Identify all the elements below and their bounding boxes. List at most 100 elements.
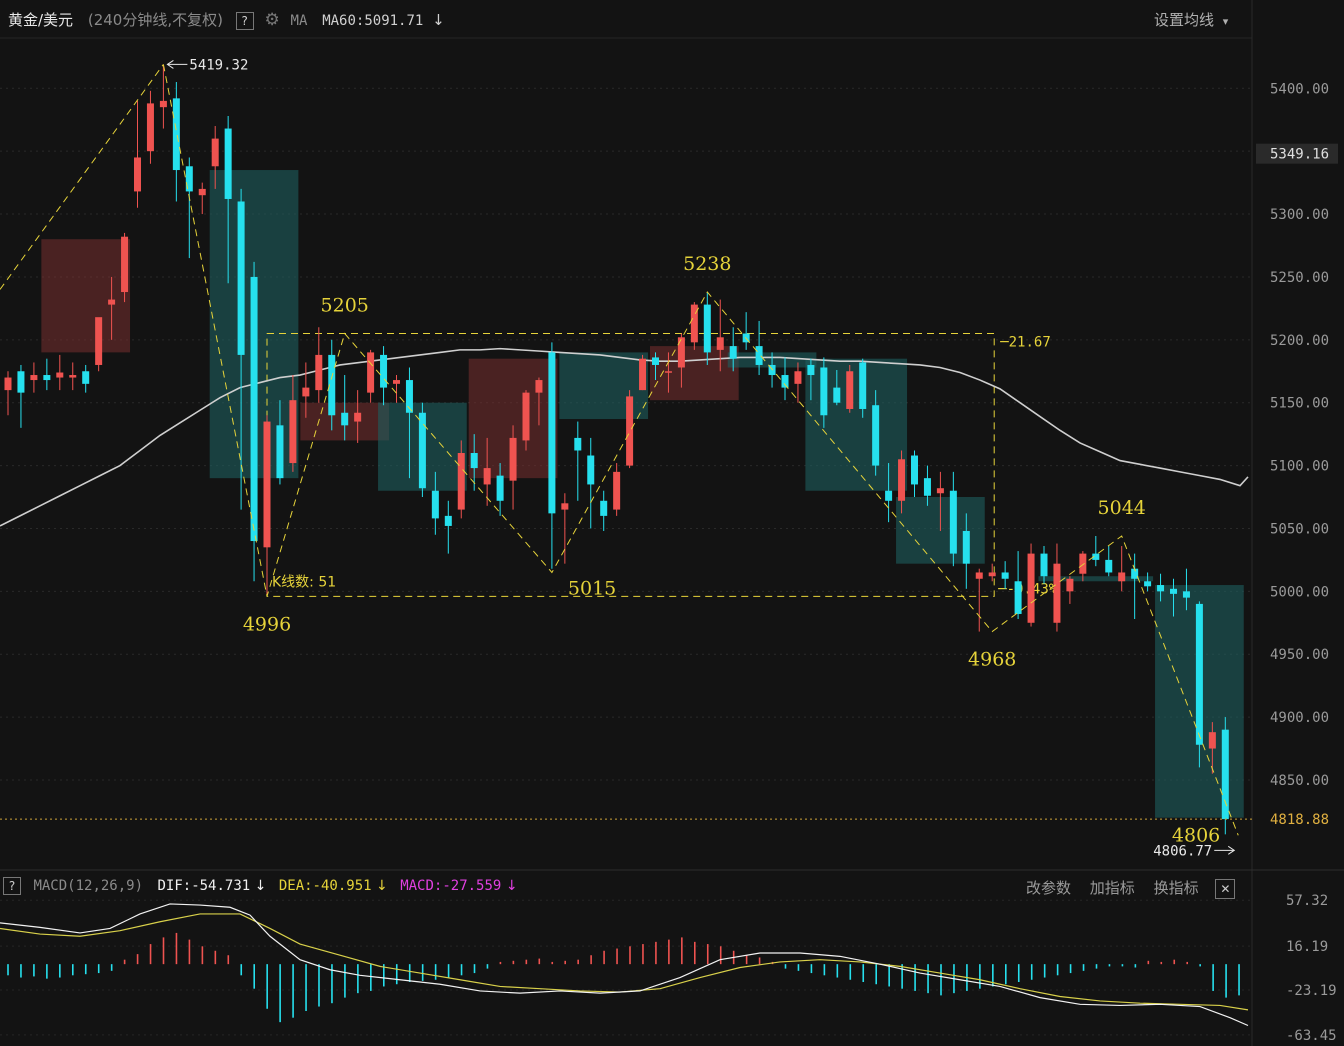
candle-down xyxy=(172,98,180,171)
gear-icon[interactable]: ⚙ xyxy=(265,10,280,30)
candle-down xyxy=(1105,559,1113,573)
y-tick-label: 5050.00 xyxy=(1270,521,1329,537)
y-tick-label: 5100.00 xyxy=(1270,459,1329,475)
candle-up xyxy=(1053,563,1061,623)
pivot-label: 5044 xyxy=(1098,497,1146,519)
candle-up xyxy=(30,375,38,381)
candle-down xyxy=(1040,553,1048,577)
candle-down xyxy=(1144,581,1152,587)
candle-down xyxy=(885,490,893,501)
candle-up xyxy=(134,157,141,192)
range-bottom-label: ─-0.43% xyxy=(997,581,1058,597)
candle-down xyxy=(923,478,931,496)
candle-up xyxy=(69,375,77,378)
candle-up xyxy=(354,412,362,422)
candle-down xyxy=(496,475,504,501)
candle-up xyxy=(56,372,64,378)
y-tick-label: 5300.00 xyxy=(1270,207,1329,223)
candle-down xyxy=(703,304,711,353)
macd-y-tick-label: -23.19 xyxy=(1286,983,1337,999)
candle-up xyxy=(509,437,517,481)
macd-y-tick-label: -63.45 xyxy=(1286,1028,1337,1044)
candle-up xyxy=(198,188,206,196)
candle-down xyxy=(1001,572,1009,579)
candle-up xyxy=(393,380,400,384)
macd-toolbar: 改参数 加指标 换指标 ✕ xyxy=(1026,877,1236,899)
switch-indicator-button[interactable]: 换指标 xyxy=(1154,879,1199,897)
close-icon[interactable]: ✕ xyxy=(1215,879,1236,899)
candle-up xyxy=(457,453,465,510)
ma60-value: MA60:5091.71 xyxy=(322,13,424,29)
arrow-down-icon: ↓ xyxy=(432,11,445,29)
candle-up xyxy=(716,337,724,350)
candle-down xyxy=(82,371,90,384)
candle-down xyxy=(1195,603,1203,745)
kline-count-label: K线数: 51 xyxy=(272,574,336,590)
candle-up xyxy=(988,572,996,577)
macd-value: MACD:-27.559 xyxy=(400,878,502,894)
add-indicator-button[interactable]: 加指标 xyxy=(1090,879,1135,897)
candle-up xyxy=(302,387,310,397)
candle-up xyxy=(108,299,116,305)
candle-up xyxy=(1079,553,1087,574)
settings-ma-button[interactable]: 设置均线 ▾ xyxy=(1154,9,1228,30)
y-tick-label: 4950.00 xyxy=(1270,647,1329,663)
y-tick-label: 4900.00 xyxy=(1270,710,1329,726)
candle-down xyxy=(43,375,51,381)
macd-y-tick-label: 16.19 xyxy=(1286,939,1328,955)
candle-down xyxy=(224,128,232,199)
y-tick-label: 5400.00 xyxy=(1270,81,1329,97)
caret-down-icon: ▾ xyxy=(1222,15,1229,28)
dif-value: DIF:-54.731 xyxy=(157,878,251,894)
candle-down xyxy=(431,490,439,519)
candle-down xyxy=(755,346,763,365)
pivot-label: 4968 xyxy=(968,649,1016,671)
candle-down xyxy=(444,515,452,526)
ma-label: MA xyxy=(290,13,308,29)
candle-up xyxy=(483,468,491,485)
macd-y-tick-label: 57.32 xyxy=(1286,893,1328,909)
candle-up xyxy=(561,503,569,510)
candle-down xyxy=(1170,588,1177,594)
candle-up xyxy=(211,138,219,167)
help-icon[interactable]: ? xyxy=(235,12,254,30)
candle-down xyxy=(807,364,815,376)
change-params-button[interactable]: 改参数 xyxy=(1026,879,1071,897)
down-zone-box xyxy=(559,352,649,420)
candle-up xyxy=(1118,572,1126,582)
pivot-label: 5205 xyxy=(321,295,369,317)
candle-down xyxy=(587,455,595,485)
header-bar: 黄金/美元 (240分钟线,不复权) ? ⚙ MA MA60:5091.71 ↓ xyxy=(8,9,445,30)
candle-up xyxy=(639,358,647,391)
pivot-label: 5238 xyxy=(683,253,731,275)
settings-ma-label: 设置均线 xyxy=(1154,11,1215,29)
candle-down xyxy=(872,405,880,466)
candle-down xyxy=(548,352,556,514)
candle-down xyxy=(17,371,25,393)
up-zone-box xyxy=(650,346,739,401)
candle-down xyxy=(276,425,284,479)
up-zone-box xyxy=(41,239,131,353)
pivot-label: 4996 xyxy=(243,613,291,635)
candle-up xyxy=(626,396,634,466)
y-tick-label: 5000.00 xyxy=(1270,584,1329,600)
pivot-label: 5015 xyxy=(568,577,616,599)
candle-down xyxy=(250,276,258,542)
candle-down xyxy=(859,362,867,409)
candle-up xyxy=(975,572,983,579)
candle-down xyxy=(949,490,957,554)
macd-header: ? MACD(12,26,9) DIF:-54.731 ↓ DEA:-40.95… xyxy=(3,877,518,895)
pivot-label: 4806.77 xyxy=(1153,843,1212,859)
period-label: (240分钟线,不复权) xyxy=(87,11,223,29)
candle-up xyxy=(95,317,103,365)
candle-up xyxy=(898,459,906,501)
range-top-label: ─21.67 xyxy=(999,335,1051,351)
candle-down xyxy=(820,367,828,416)
candle-up xyxy=(1027,553,1035,623)
candle-up xyxy=(664,371,672,373)
macd-help-icon[interactable]: ? xyxy=(3,877,21,895)
dea-value: DEA:-40.951 xyxy=(278,878,372,894)
candle-down xyxy=(652,357,659,365)
candle-up xyxy=(522,392,530,441)
symbol-title[interactable]: 黄金/美元 xyxy=(8,11,73,29)
